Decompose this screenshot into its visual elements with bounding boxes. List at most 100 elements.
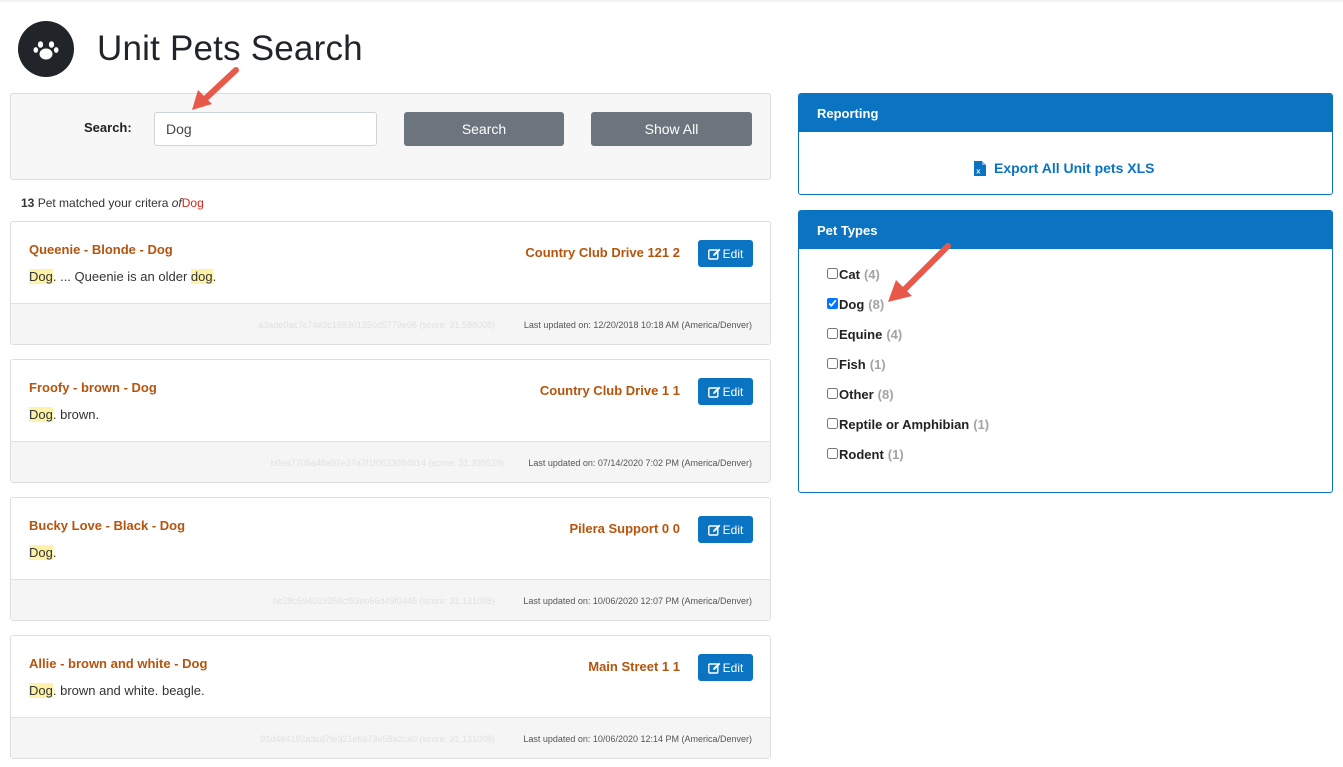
pet-type-filter-other[interactable]: Other (8) — [827, 387, 989, 417]
pet-title-link[interactable]: Froofy - brown - Dog — [29, 380, 157, 395]
last-updated: Last updated on: 07/14/2020 7:02 PM (Ame… — [528, 458, 752, 468]
pet-type-filter-rodent[interactable]: Rodent (1) — [827, 447, 989, 477]
reporting-panel: Reporting x Export All Unit pets XLS — [798, 93, 1333, 195]
edit-icon — [707, 662, 721, 674]
pet-type-count: (8) — [877, 387, 894, 402]
card-footer: be28c594019358cf93eb66d49f0446 (score: 3… — [11, 579, 770, 620]
last-updated: Last updated on: 10/06/2020 12:07 PM (Am… — [523, 596, 752, 606]
edit-icon — [707, 248, 721, 260]
pet-type-label: Rodent — [839, 447, 884, 462]
results-count: 13 — [21, 196, 35, 210]
pet-types-panel: Pet Types Cat (4) Dog (8) Equine (4) Fish (1… — [798, 210, 1333, 493]
edit-button[interactable]: Edit — [698, 516, 753, 543]
unit-address-link[interactable]: Country Club Drive 121 2 — [525, 245, 680, 260]
edit-label: Edit — [722, 246, 744, 261]
pet-type-label: Reptile or Amphibian — [839, 417, 970, 432]
search-button[interactable]: Search — [404, 112, 564, 146]
result-card: Froofy - brown - Dog Dog. brown. Country… — [10, 359, 771, 483]
pet-type-checkbox[interactable] — [827, 358, 838, 369]
last-updated: Last updated on: 10/06/2020 12:14 PM (Am… — [523, 734, 752, 744]
pet-type-label: Other — [839, 387, 874, 402]
snippet-highlight: Dog — [29, 683, 53, 698]
edit-icon — [707, 524, 721, 536]
top-shadow — [0, 0, 1343, 3]
paw-icon — [18, 21, 74, 77]
snippet-text: . — [52, 545, 57, 560]
record-hash: be28c594019358cf93eb66d49f0446 (score: 3… — [272, 596, 495, 606]
pet-snippet: Dog. brown. — [29, 407, 99, 422]
card-footer: b0ea7705a48a97e37a7f1f0623084914 (score:… — [11, 441, 770, 482]
pet-type-label: Dog — [839, 297, 865, 312]
pet-type-filter-equine[interactable]: Equine (4) — [827, 327, 989, 357]
page-title: Unit Pets Search — [97, 29, 363, 68]
snippet-highlight: dog — [190, 269, 213, 284]
edit-label: Edit — [722, 522, 744, 537]
pet-title-link[interactable]: Bucky Love - Black - Dog — [29, 518, 185, 533]
search-panel: Search: Search Show All — [10, 93, 771, 180]
search-input[interactable] — [154, 112, 377, 146]
pet-types-header: Pet Types — [799, 211, 1332, 249]
pet-type-filter-cat[interactable]: Cat (4) — [827, 267, 989, 297]
result-card: Queenie - Blonde - Dog Dog. ... Queenie … — [10, 221, 771, 345]
pet-type-checkbox[interactable] — [827, 328, 838, 339]
pet-title-link[interactable]: Allie - brown and white - Dog — [29, 656, 207, 671]
edit-label: Edit — [722, 384, 744, 399]
export-xls-link[interactable]: x Export All Unit pets XLS — [974, 160, 1155, 176]
pet-snippet: Dog. brown and white. beagle. — [29, 683, 205, 698]
show-all-button[interactable]: Show All — [591, 112, 752, 146]
results-summary-text: Pet matched your critera — [34, 196, 172, 210]
results-summary: 13 Pet matched your critera ofDog — [21, 196, 204, 210]
reporting-header: Reporting — [799, 94, 1332, 132]
pet-type-label: Equine — [839, 327, 883, 342]
unit-address-link[interactable]: Country Club Drive 1 1 — [540, 383, 680, 398]
pet-title-link[interactable]: Queenie - Blonde - Dog — [29, 242, 173, 257]
edit-button[interactable]: Edit — [698, 240, 753, 267]
pet-type-count: (1) — [973, 417, 990, 432]
result-card: Allie - brown and white - Dog Dog. brown… — [10, 635, 771, 759]
snippet-text: . brown. — [52, 407, 100, 422]
last-updated: Last updated on: 12/20/2018 10:18 AM (Am… — [523, 320, 752, 330]
pet-snippet: Dog. — [29, 545, 56, 560]
snippet-text: . — [212, 269, 217, 284]
unit-address-link[interactable]: Pilera Support 0 0 — [569, 521, 680, 536]
pet-type-checkbox[interactable] — [827, 418, 838, 429]
pet-type-checkbox[interactable] — [827, 448, 838, 459]
edit-button[interactable]: Edit — [698, 654, 753, 681]
pet-type-count: (4) — [863, 267, 880, 282]
result-card: Bucky Love - Black - Dog Dog. Pilera Sup… — [10, 497, 771, 621]
page-header: Unit Pets Search — [18, 21, 363, 77]
record-hash: 91d464192a3cd7fe321e6a73e58a2ca0 (score:… — [260, 734, 495, 744]
record-hash: a3ade0ac7c74e3c168301250d5779e06 (score:… — [258, 320, 495, 330]
pet-type-checkbox[interactable] — [827, 268, 838, 279]
snippet-highlight: Dog — [29, 545, 53, 560]
pet-type-count: (4) — [886, 327, 903, 342]
pet-type-checkbox[interactable] — [827, 298, 838, 309]
unit-address-link[interactable]: Main Street 1 1 — [588, 659, 680, 674]
pet-type-count: (1) — [869, 357, 886, 372]
excel-file-icon: x — [974, 160, 986, 176]
snippet-highlight: Dog — [29, 269, 53, 284]
search-label: Search: — [84, 120, 132, 135]
export-label: Export All Unit pets XLS — [994, 160, 1155, 176]
results-summary-term: Dog — [181, 196, 204, 210]
snippet-text: . ... Queenie is an older — [52, 269, 191, 284]
card-footer: 91d464192a3cd7fe321e6a73e58a2ca0 (score:… — [11, 717, 770, 758]
pet-type-filter-dog[interactable]: Dog (8) — [827, 297, 989, 327]
edit-label: Edit — [722, 660, 744, 675]
pet-type-count: (1) — [887, 447, 904, 462]
pet-type-count: (8) — [868, 297, 885, 312]
snippet-highlight: Dog — [29, 407, 53, 422]
pet-type-filter-fish[interactable]: Fish (1) — [827, 357, 989, 387]
record-hash: b0ea7705a48a97e37a7f1f0623084914 (score:… — [270, 458, 504, 468]
card-footer: a3ade0ac7c74e3c168301250d5779e06 (score:… — [11, 303, 770, 344]
edit-icon — [707, 386, 721, 398]
pet-type-filter-reptile[interactable]: Reptile or Amphibian (1) — [827, 417, 989, 447]
edit-button[interactable]: Edit — [698, 378, 753, 405]
snippet-text: . brown and white. beagle. — [52, 683, 205, 698]
pet-type-checkbox[interactable] — [827, 388, 838, 399]
results-summary-of: of — [171, 196, 182, 210]
pet-type-label: Cat — [839, 267, 860, 282]
pet-snippet: Dog. ... Queenie is an older dog. — [29, 269, 216, 284]
pet-type-label: Fish — [839, 357, 866, 372]
pet-types-list: Cat (4) Dog (8) Equine (4) Fish (1) Other (8)… — [827, 267, 989, 477]
